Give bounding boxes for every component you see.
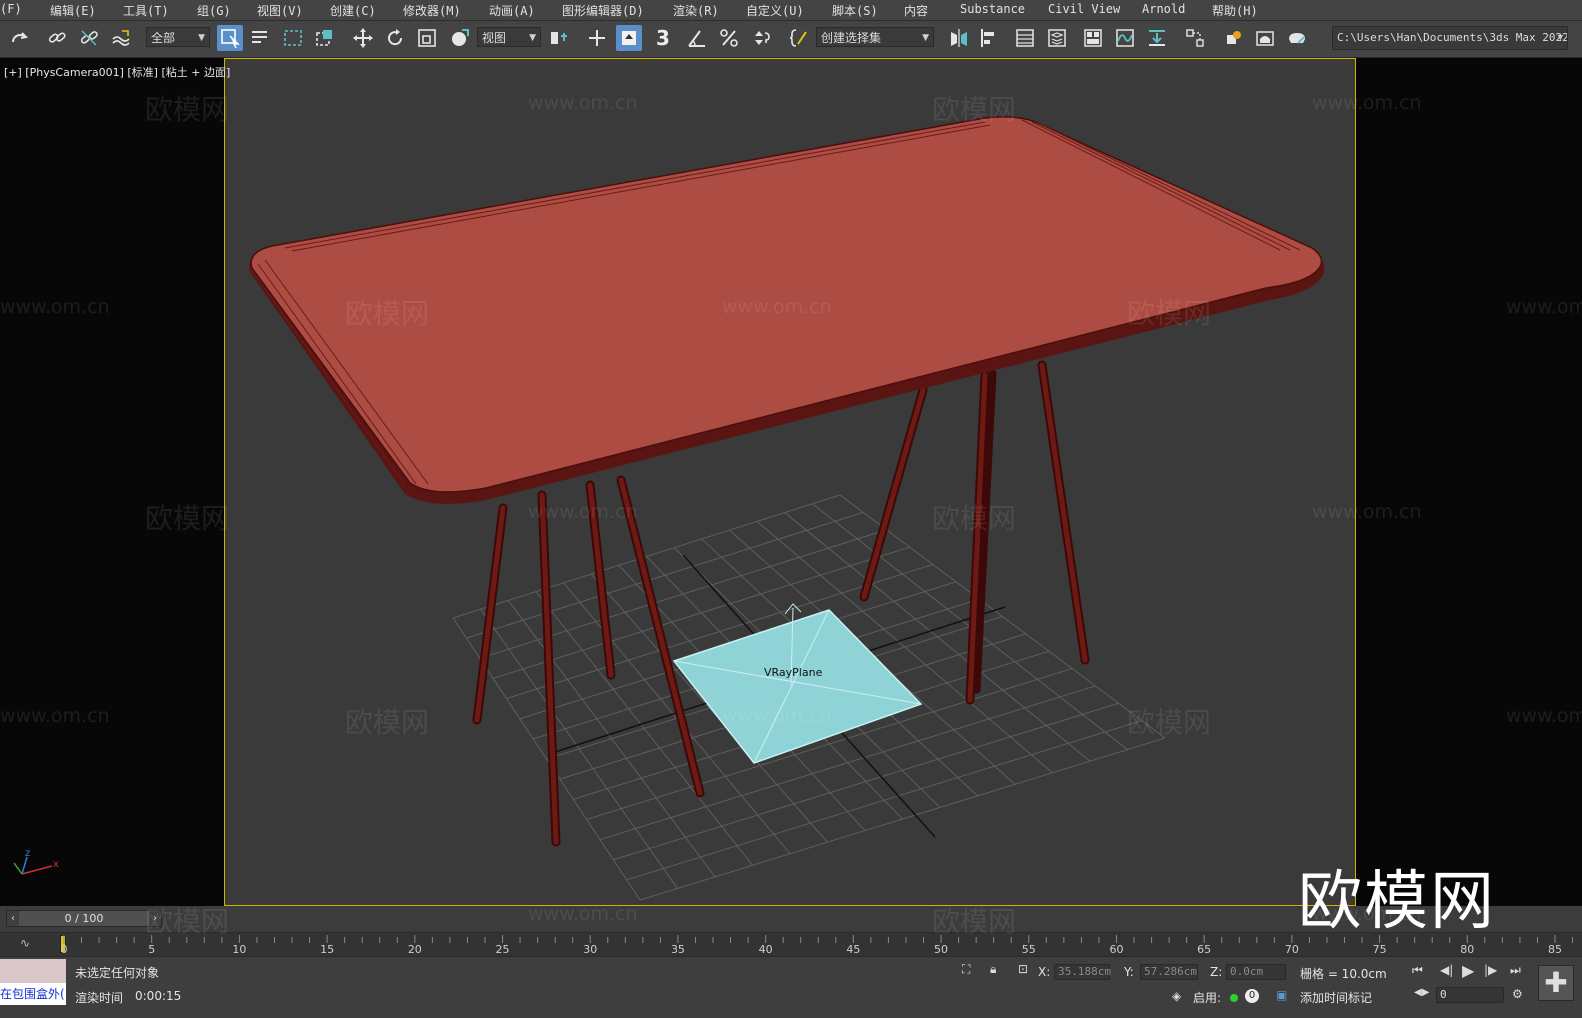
- watermark: 欧模网: [1127, 706, 1212, 739]
- site-logo: 欧模网: [1298, 865, 1496, 939]
- watermark: 欧模网: [1127, 297, 1212, 330]
- grid-line: [626, 720, 1142, 881]
- watermark: 欧模网: [145, 93, 230, 126]
- grid-line: [639, 737, 1166, 901]
- viewport-label-menu[interactable]: [+] [PhysCamera001] [标准] [粘土 + 边面]: [4, 64, 230, 80]
- watermark: www.om.cn: [528, 92, 638, 114]
- watermark: 欧模网: [145, 502, 230, 535]
- axis-tripod-icon: [13, 856, 53, 875]
- watermark: 欧模网: [932, 905, 1017, 938]
- axis-x-label: x: [53, 859, 59, 870]
- axis-z-label: z: [25, 848, 31, 859]
- watermark: www.om.cn: [0, 296, 110, 318]
- watermark: 欧模网: [932, 93, 1017, 126]
- watermark: 欧模网: [145, 905, 230, 938]
- watermark: www.om.cn: [0, 705, 110, 727]
- watermark: www.om.cn: [1312, 501, 1422, 523]
- watermark: www.om.cn: [722, 705, 832, 727]
- vray-plane-label: VRayPlane: [764, 666, 823, 679]
- watermark: www.om.cn: [1506, 705, 1582, 727]
- grid-line: [613, 702, 1119, 861]
- watermark: 欧模网: [345, 706, 430, 739]
- watermark: www.om.cn: [722, 296, 832, 318]
- watermark: www.om.cn: [528, 903, 638, 925]
- table-legs-front: [472, 475, 705, 847]
- watermark: www.om.cn: [1312, 92, 1422, 114]
- watermark: www.om.cn: [1506, 296, 1582, 318]
- watermark: 欧模网: [345, 297, 430, 330]
- watermark: www.om.cn: [528, 501, 638, 523]
- vray-plane[interactable]: [672, 603, 923, 764]
- watermark: 欧模网: [932, 502, 1017, 535]
